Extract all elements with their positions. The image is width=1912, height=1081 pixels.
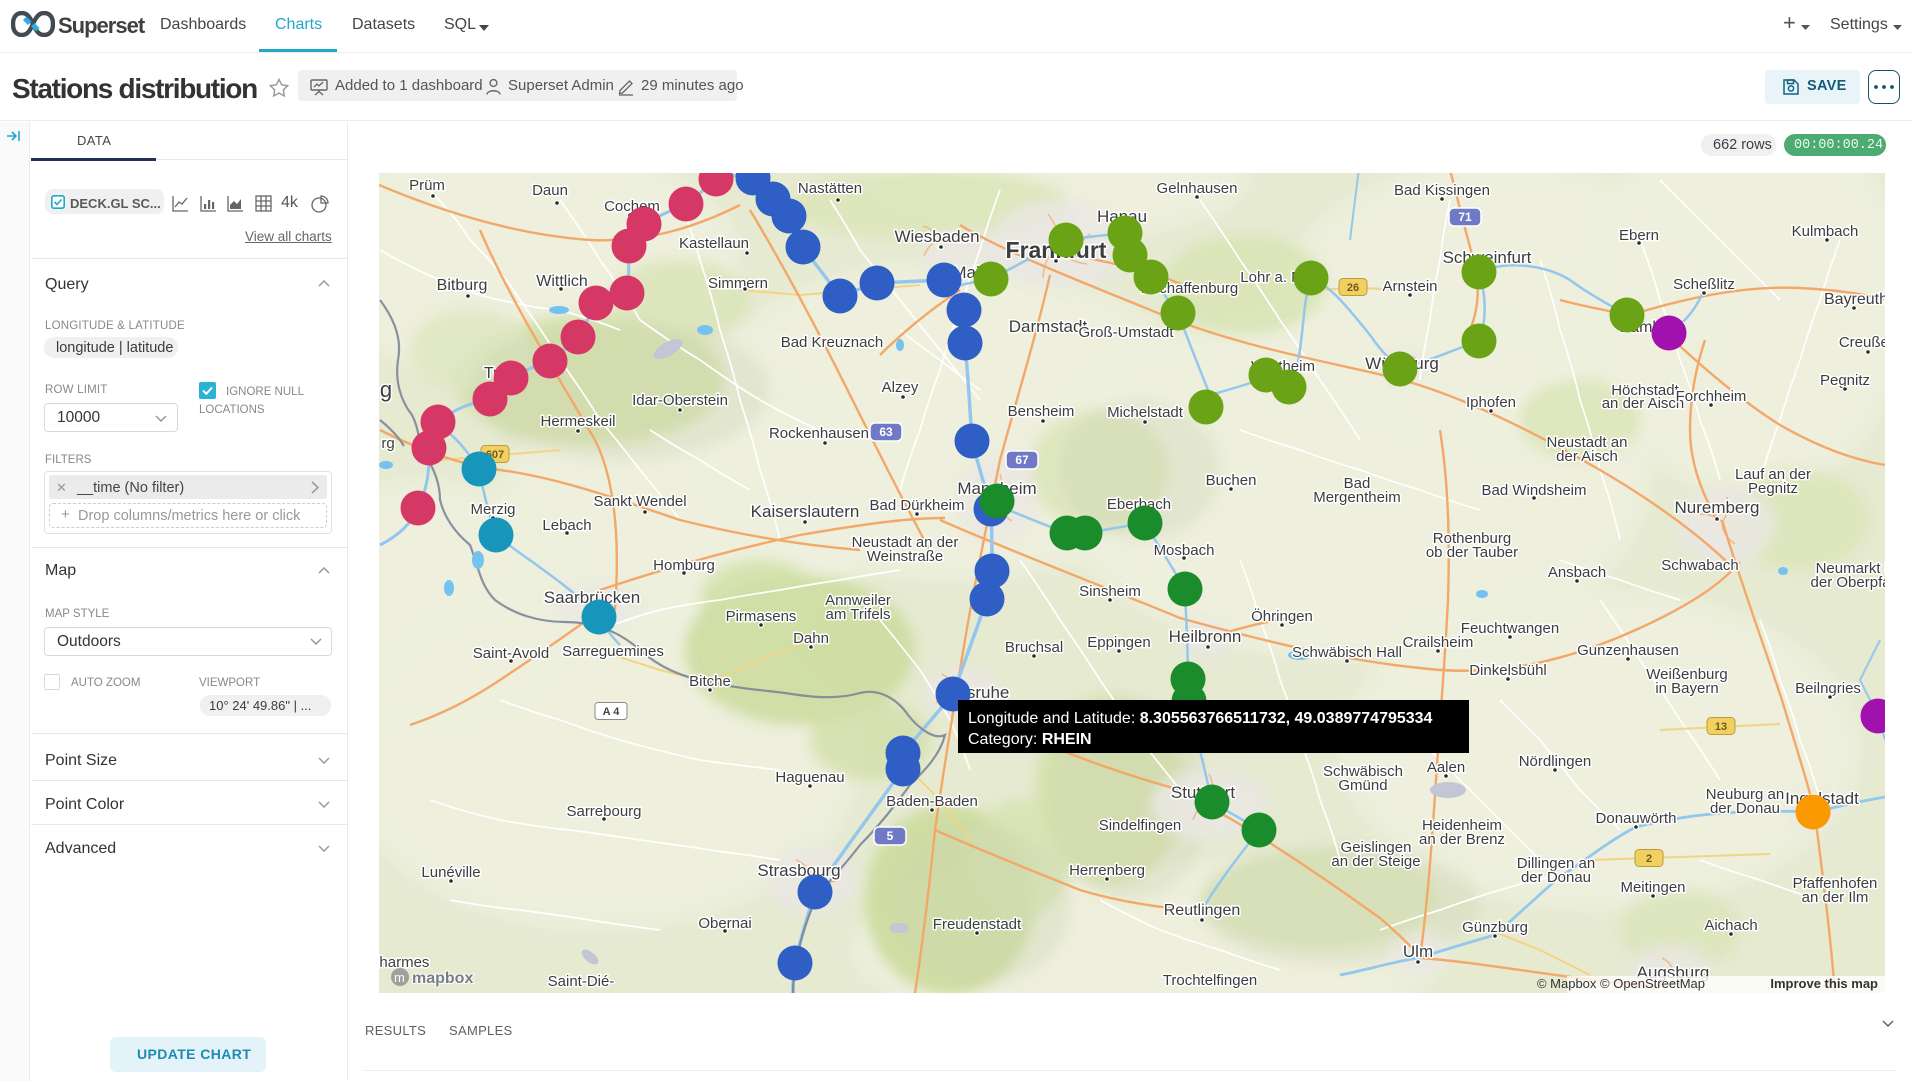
svg-text:an der Ilm: an der Ilm <box>1802 889 1869 906</box>
svg-text:Hermeskeil: Hermeskeil <box>540 413 615 430</box>
svg-text:5: 5 <box>887 829 894 843</box>
svg-text:Trochtelfingen: Trochtelfingen <box>1163 972 1258 989</box>
svg-text:67: 67 <box>1015 453 1029 467</box>
svg-text:© Mapbox © OpenStreetMap: © Mapbox © OpenStreetMap <box>1537 976 1705 991</box>
svg-text:Mergentheim: Mergentheim <box>1313 489 1401 506</box>
svg-text:Bensheim: Bensheim <box>1008 403 1075 420</box>
svg-text:an der Aisch: an der Aisch <box>1602 395 1685 412</box>
svg-text:Beilngries: Beilngries <box>1795 680 1861 697</box>
svg-text:Longitude and Latitude: 8.3055: Longitude and Latitude: 8.30556376651173… <box>968 710 1433 727</box>
svg-text:Saint-Dié-: Saint-Dié- <box>548 973 615 990</box>
svg-text:Sankt Wendel: Sankt Wendel <box>593 493 686 510</box>
svg-text:rg: rg <box>381 435 394 452</box>
svg-text:der Aisch: der Aisch <box>1556 448 1618 465</box>
svg-text:Pegnitz: Pegnitz <box>1748 480 1798 497</box>
svg-text:Nuremberg: Nuremberg <box>1674 498 1759 517</box>
svg-text:der Donau: der Donau <box>1710 800 1780 817</box>
svg-text:am Trifels: am Trifels <box>825 606 890 623</box>
svg-text:an der Steige: an der Steige <box>1331 853 1420 870</box>
svg-text:Weinstraße: Weinstraße <box>867 548 943 565</box>
svg-text:Charmes: Charmes <box>379 954 429 971</box>
svg-text:2: 2 <box>1646 853 1652 865</box>
svg-text:Category: RHEIN: Category: RHEIN <box>968 731 1092 748</box>
svg-text:Improve this map: Improve this map <box>1770 976 1878 991</box>
svg-text:Idar-Oberstein: Idar-Oberstein <box>632 392 728 409</box>
svg-text:der Oberpfalz: der Oberpfalz <box>1811 574 1885 591</box>
svg-text:g: g <box>380 377 392 402</box>
svg-text:an der Brenz: an der Brenz <box>1419 831 1505 848</box>
svg-text:Strasbourg: Strasbourg <box>757 861 840 880</box>
svg-text:Sarreguemines: Sarreguemines <box>562 643 664 660</box>
svg-text:Simmern: Simmern <box>708 275 768 292</box>
svg-text:Schwabach: Schwabach <box>1661 557 1739 574</box>
svg-text:Bad Kreuznach: Bad Kreuznach <box>781 334 884 351</box>
svg-text:Alzey: Alzey <box>882 379 919 396</box>
svg-text:13: 13 <box>1715 721 1727 733</box>
svg-text:Gmünd: Gmünd <box>1338 777 1387 794</box>
svg-text:in Bayern: in Bayern <box>1655 680 1718 697</box>
svg-text:Daun: Daun <box>532 182 568 199</box>
svg-text:26: 26 <box>1347 282 1359 294</box>
svg-text:Bitburg: Bitburg <box>437 277 488 294</box>
svg-text:m: m <box>394 970 405 985</box>
svg-text:Wiesbaden: Wiesbaden <box>894 227 979 246</box>
svg-text:Heilbronn: Heilbronn <box>1169 627 1242 646</box>
svg-text:Reutlingen: Reutlingen <box>1164 902 1241 919</box>
svg-text:Rockenhausen: Rockenhausen <box>769 425 869 442</box>
svg-text:Sindelfingen: Sindelfingen <box>1099 817 1182 834</box>
svg-text:Prüm: Prüm <box>409 177 445 194</box>
svg-text:Ulm: Ulm <box>1403 942 1433 961</box>
svg-text:Kaiserslautern: Kaiserslautern <box>751 502 860 521</box>
svg-text:Nastätten: Nastätten <box>798 180 862 197</box>
svg-text:ob der Tauber: ob der Tauber <box>1426 544 1518 561</box>
svg-text:Darmstadt: Darmstadt <box>1009 317 1088 336</box>
svg-text:der Donau: der Donau <box>1521 869 1591 886</box>
svg-text:71: 71 <box>1458 210 1472 224</box>
svg-text:63: 63 <box>879 425 893 439</box>
svg-text:Creußen: Creußen <box>1839 334 1885 351</box>
svg-text:Michelstadt: Michelstadt <box>1107 404 1184 421</box>
svg-text:Kulmbach: Kulmbach <box>1792 223 1859 240</box>
svg-text:Groß-Umstadt: Groß-Umstadt <box>1078 324 1174 341</box>
svg-text:mapbox: mapbox <box>412 970 473 987</box>
svg-text:Kastellaun: Kastellaun <box>679 235 749 252</box>
svg-text:A 4: A 4 <box>603 706 621 718</box>
